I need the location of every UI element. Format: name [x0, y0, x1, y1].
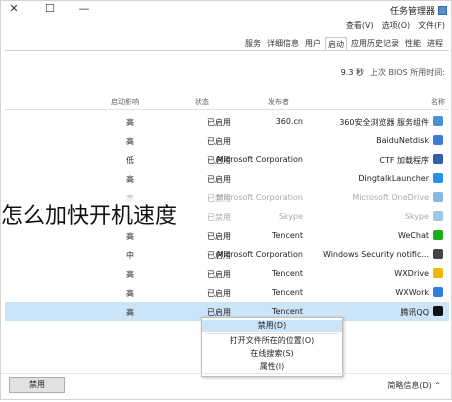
app-name: 腾讯QQ [400, 308, 429, 317]
app-name: WXDrive [394, 269, 429, 278]
publisher: Tencent [271, 231, 303, 240]
menu-view[interactable]: 查看(V) [346, 20, 374, 31]
status: 已禁用 [207, 194, 231, 203]
close-button[interactable]: ✕ [7, 3, 21, 15]
status: 已启用 [207, 232, 231, 241]
app-name: WeChat [397, 231, 429, 240]
app-name: DingtalkLauncher [358, 174, 429, 183]
startup-impact: 高 [126, 137, 134, 146]
task-manager-icon [438, 6, 447, 15]
bios-time-value: 9.3 秒 [340, 68, 364, 77]
status: 已启用 [207, 289, 231, 298]
overlay-caption: 怎么加快开机速度 [1, 198, 178, 230]
tab-users[interactable]: 用户 [303, 37, 323, 50]
context-menu: 禁用(D) 打开文件所在的位置(O) 在线搜索(S) 属性(I) [201, 317, 343, 377]
tab-services[interactable]: 服务 [243, 37, 263, 50]
status: 已启用 [207, 156, 231, 165]
menu-bar: 查看(V) 选项(O) 文件(F) [346, 20, 445, 31]
maximize-button[interactable]: ☐ [43, 3, 57, 15]
menu-file[interactable]: 文件(F) [418, 20, 445, 31]
startup-impact: 高 [126, 289, 134, 298]
startup-impact: 高 [126, 308, 134, 317]
tab-divider [5, 50, 449, 51]
status: 已启用 [207, 270, 231, 279]
app-name: Windows Security notific... [322, 250, 429, 259]
status: 已禁用 [207, 213, 231, 222]
drive-icon [433, 268, 443, 278]
skype-icon [433, 211, 443, 221]
status: 已启用 [207, 137, 231, 146]
cloud-icon [433, 135, 443, 145]
onedrive-icon [433, 192, 443, 202]
menu-options[interactable]: 选项(O) [382, 20, 411, 31]
app-name: WXWork [395, 288, 429, 297]
tab-strip: 服务 详细信息 用户 启动 应用历史记录 性能 进程 [243, 37, 445, 50]
status: 已启用 [207, 118, 231, 127]
publisher: Skype [278, 212, 303, 221]
app-title-text: 任务管理器 [389, 7, 435, 17]
shield-icon [433, 116, 443, 126]
publisher: 360.cn [275, 117, 303, 126]
status: 已启用 [207, 175, 231, 184]
tab-app-history[interactable]: 应用历史记录 [349, 37, 401, 50]
footer [1, 373, 452, 402]
wxwork-icon [433, 287, 443, 297]
bios-time-label: 上次 BIOS 所用时间: [369, 68, 445, 77]
context-search-online[interactable]: 在线搜索(S) [202, 348, 342, 360]
disable-button[interactable]: 禁用 [9, 377, 65, 393]
app-name: CTF 加载程序 [379, 156, 429, 165]
startup-row[interactable]: WXDrive Tencent 已启用 高 [5, 264, 449, 283]
task-manager-window: ✕ ☐ — 任务管理器 查看(V) 选项(O) 文件(F) 服务 详细信息 用户… [0, 0, 452, 400]
fewer-details-label: 简略信息(D) [387, 381, 432, 390]
context-separator [206, 333, 338, 334]
context-properties[interactable]: 属性(I) [202, 361, 342, 373]
qq-icon [433, 306, 443, 316]
wechat-icon [433, 230, 443, 240]
column-impact[interactable]: 启动影响 [111, 97, 139, 107]
startup-row[interactable]: 360安全浏览器 服务组件 360.cn 已启用 高 [5, 112, 449, 131]
startup-impact: 高 [126, 270, 134, 279]
startup-impact: 中 [126, 251, 134, 260]
dingtalk-icon [433, 173, 443, 183]
publisher: Tencent [271, 307, 303, 316]
startup-impact: 高 [126, 232, 134, 241]
publisher: Tencent [271, 288, 303, 297]
startup-impact: 高 [126, 175, 134, 184]
startup-impact: 低 [126, 156, 134, 165]
app-name: 360安全浏览器 服务组件 [339, 118, 429, 127]
app-name: Microsoft OneDrive [352, 193, 429, 202]
minimize-button[interactable]: — [77, 3, 91, 15]
startup-row[interactable]: CTF 加载程序 Microsoft Corporation 已启用低 [5, 150, 449, 169]
shield-outline-icon [433, 249, 443, 259]
bios-time: 9.3 秒 上次 BIOS 所用时间: [341, 67, 445, 78]
tab-performance[interactable]: 性能 [403, 37, 423, 50]
app-title: 任务管理器 [390, 4, 447, 17]
app-name: BaiduNetdisk [376, 136, 429, 145]
tab-startup[interactable]: 启动 [325, 37, 347, 50]
column-publisher[interactable]: 发布者 [268, 97, 289, 107]
title-bar: ✕ ☐ — 任务管理器 [1, 1, 452, 19]
tab-processes[interactable]: 进程 [425, 37, 445, 50]
startup-row[interactable]: Windows Security notific... Microsoft Cor… [5, 245, 449, 264]
app-name: Skype [404, 212, 429, 221]
column-header: 名称 发布者 状态 启动影响 [5, 95, 449, 110]
publisher: Tencent [271, 269, 303, 278]
tab-details[interactable]: 详细信息 [265, 37, 301, 50]
fewer-details-link[interactable]: 简略信息(D) ⌃ [387, 380, 441, 391]
chevron-up-icon: ⌃ [434, 381, 441, 390]
startup-row[interactable]: BaiduNetdisk 已启用 高 [5, 131, 449, 150]
column-status[interactable]: 状态 [195, 97, 209, 107]
context-open-location[interactable]: 打开文件所在的位置(O) [202, 335, 342, 347]
column-name[interactable]: 名称 [431, 97, 445, 107]
startup-impact: 高 [126, 118, 134, 127]
pen-icon [433, 154, 443, 164]
startup-row[interactable]: DingtalkLauncher 已启用 高 [5, 169, 449, 188]
status: 已启用 [207, 251, 231, 260]
context-disable[interactable]: 禁用(D) [202, 320, 342, 332]
startup-row[interactable]: WXWork Tencent 已启用 高 [5, 283, 449, 302]
